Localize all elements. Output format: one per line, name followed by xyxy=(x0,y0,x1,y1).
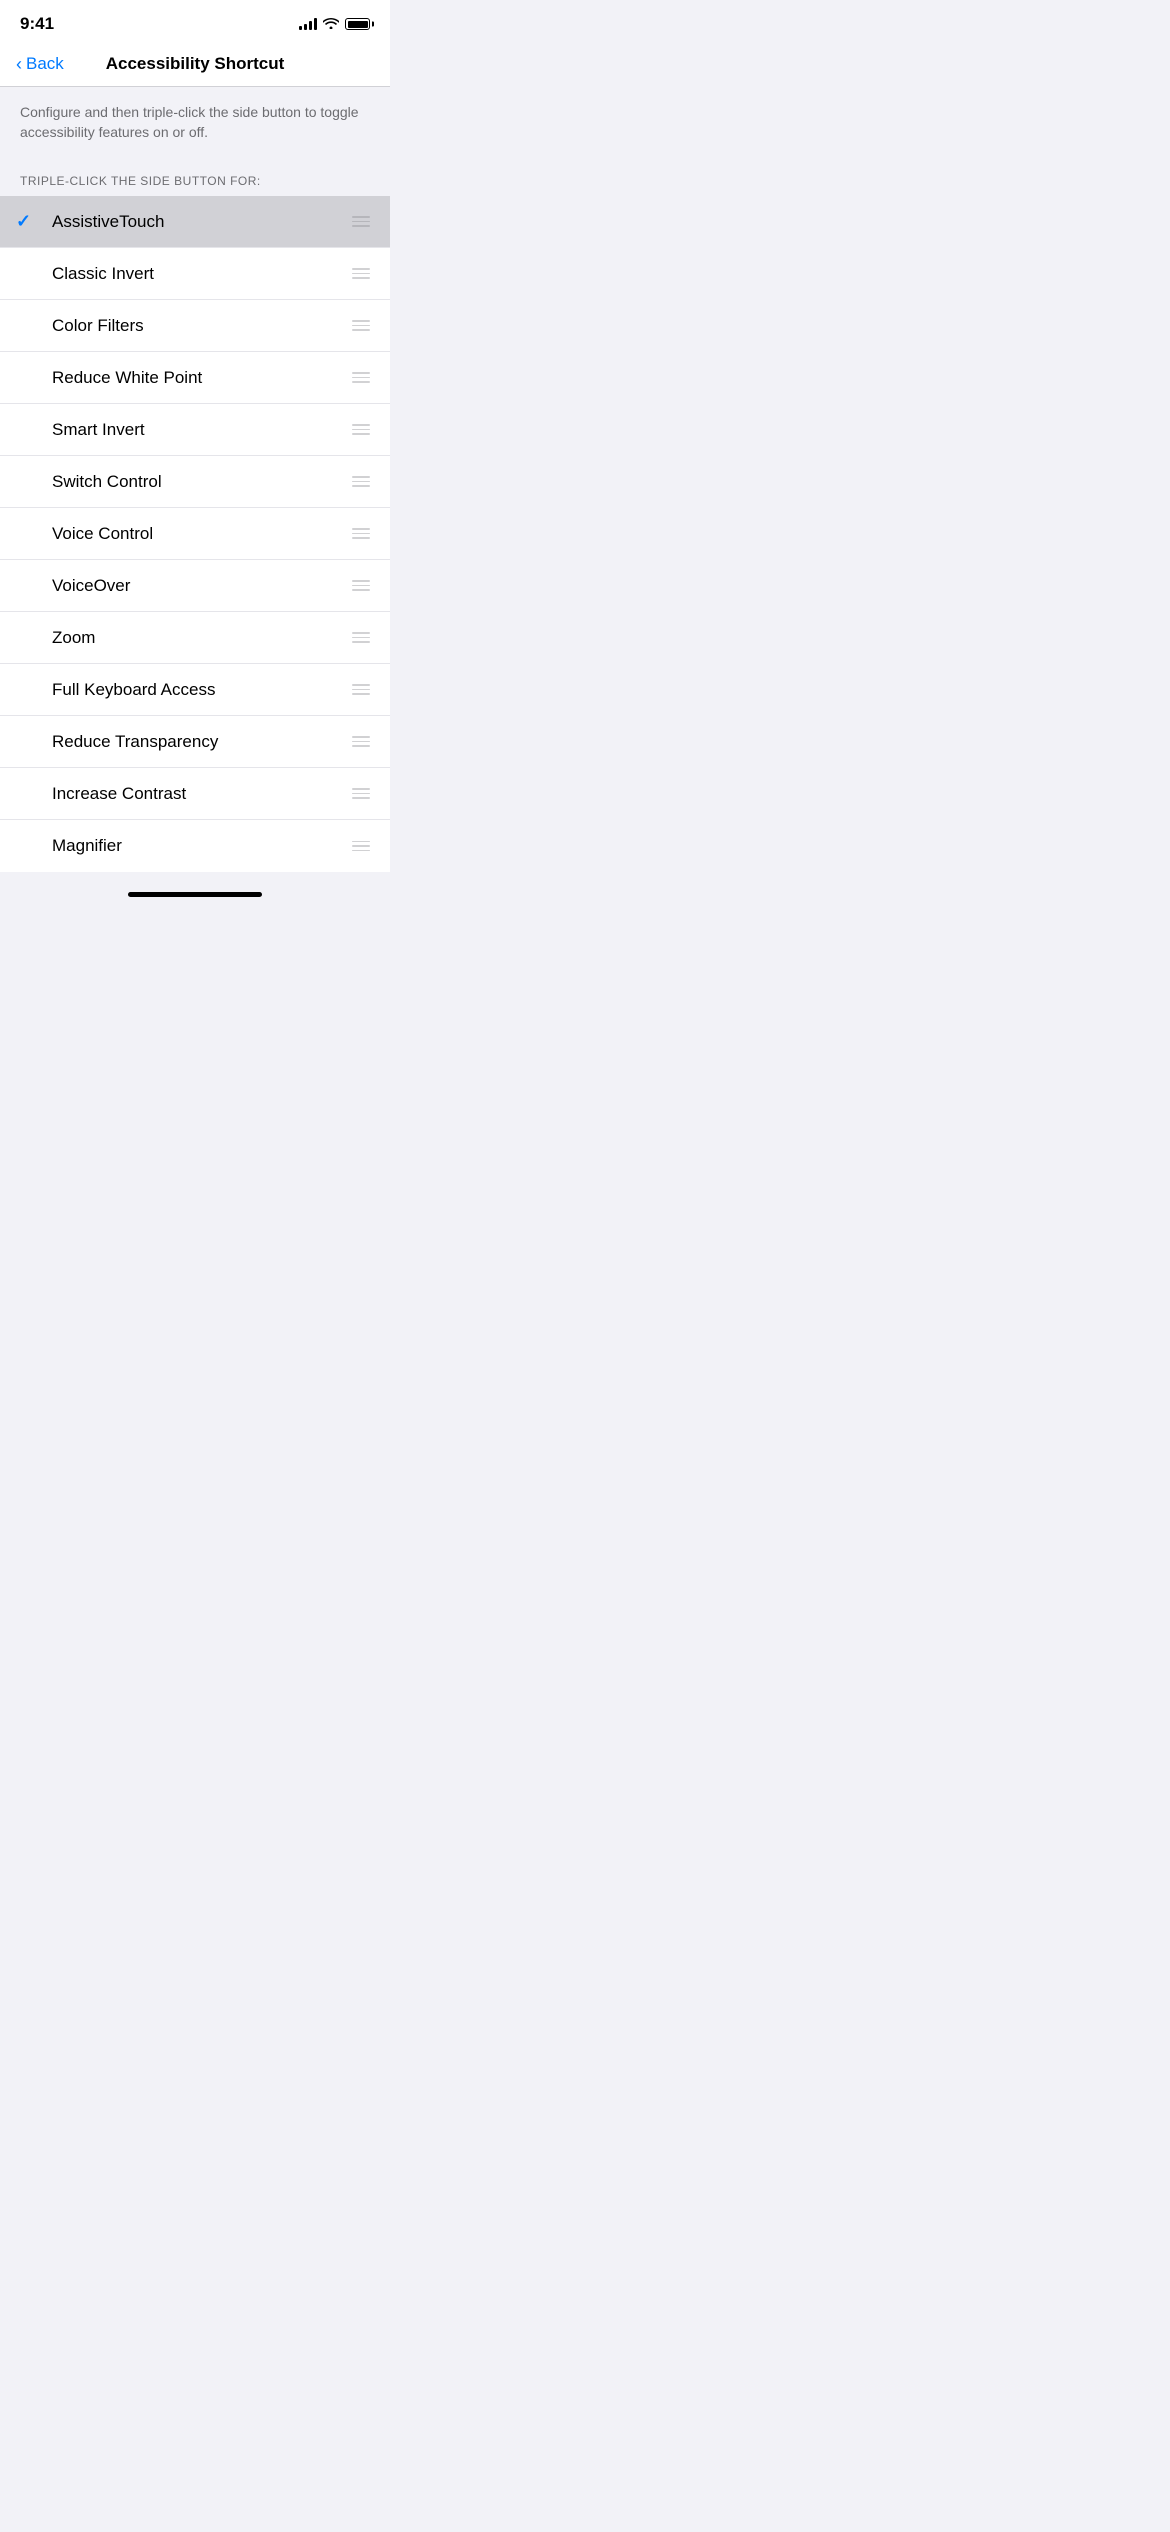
signal-icon xyxy=(299,18,317,30)
checkmark-assistivetouch: ✓ xyxy=(16,211,52,232)
drag-handle-increase-contrast[interactable] xyxy=(348,784,374,803)
drag-handle-magnifier[interactable] xyxy=(348,837,374,856)
back-button[interactable]: ‹ Back xyxy=(16,54,64,74)
item-label-reduce-white-point: Reduce White Point xyxy=(52,354,348,402)
nav-bar: ‹ Back Accessibility Shortcut xyxy=(0,42,390,87)
list-item-zoom[interactable]: Zoom xyxy=(0,612,390,664)
item-label-smart-invert: Smart Invert xyxy=(52,406,348,454)
list-item-voiceover[interactable]: VoiceOver xyxy=(0,560,390,612)
list-item-smart-invert[interactable]: Smart Invert xyxy=(0,404,390,456)
item-label-full-keyboard-access: Full Keyboard Access xyxy=(52,666,348,714)
list-item-assistivetouch[interactable]: ✓AssistiveTouch xyxy=(0,196,390,248)
item-label-zoom: Zoom xyxy=(52,614,348,662)
item-label-switch-control: Switch Control xyxy=(52,458,348,506)
section-header: TRIPLE-CLICK THE SIDE BUTTON FOR: xyxy=(0,158,390,196)
drag-handle-full-keyboard-access[interactable] xyxy=(348,680,374,699)
back-chevron-icon: ‹ xyxy=(16,55,22,73)
wifi-icon xyxy=(323,17,339,32)
item-label-increase-contrast: Increase Contrast xyxy=(52,770,348,818)
drag-handle-reduce-transparency[interactable] xyxy=(348,732,374,751)
item-label-color-filters: Color Filters xyxy=(52,302,348,350)
list-item-increase-contrast[interactable]: Increase Contrast xyxy=(0,768,390,820)
drag-handle-voiceover[interactable] xyxy=(348,576,374,595)
drag-handle-color-filters[interactable] xyxy=(348,316,374,335)
page-title: Accessibility Shortcut xyxy=(106,54,285,74)
description-section: Configure and then triple-click the side… xyxy=(0,87,390,158)
home-bar xyxy=(128,892,262,897)
item-label-magnifier: Magnifier xyxy=(52,822,348,870)
drag-handle-classic-invert[interactable] xyxy=(348,264,374,283)
list-item-switch-control[interactable]: Switch Control xyxy=(0,456,390,508)
item-label-voiceover: VoiceOver xyxy=(52,562,348,610)
back-label: Back xyxy=(26,54,64,74)
status-bar: 9:41 xyxy=(0,0,390,42)
drag-handle-switch-control[interactable] xyxy=(348,472,374,491)
item-label-voice-control: Voice Control xyxy=(52,510,348,558)
status-time: 9:41 xyxy=(20,14,54,34)
list-item-color-filters[interactable]: Color Filters xyxy=(0,300,390,352)
home-indicator xyxy=(0,872,390,907)
item-label-classic-invert: Classic Invert xyxy=(52,250,348,298)
status-icons xyxy=(299,17,370,32)
list-item-classic-invert[interactable]: Classic Invert xyxy=(0,248,390,300)
list-item-full-keyboard-access[interactable]: Full Keyboard Access xyxy=(0,664,390,716)
description-text: Configure and then triple-click the side… xyxy=(20,103,370,142)
item-label-reduce-transparency: Reduce Transparency xyxy=(52,718,348,766)
drag-handle-smart-invert[interactable] xyxy=(348,420,374,439)
drag-handle-zoom[interactable] xyxy=(348,628,374,647)
list-item-reduce-white-point[interactable]: Reduce White Point xyxy=(0,352,390,404)
shortcut-list: ✓AssistiveTouchClassic InvertColor Filte… xyxy=(0,196,390,872)
drag-handle-voice-control[interactable] xyxy=(348,524,374,543)
list-item-voice-control[interactable]: Voice Control xyxy=(0,508,390,560)
list-item-magnifier[interactable]: Magnifier xyxy=(0,820,390,872)
drag-handle-assistivetouch[interactable] xyxy=(348,212,374,231)
drag-handle-reduce-white-point[interactable] xyxy=(348,368,374,387)
list-item-reduce-transparency[interactable]: Reduce Transparency xyxy=(0,716,390,768)
battery-icon xyxy=(345,18,370,30)
item-label-assistivetouch: AssistiveTouch xyxy=(52,198,348,246)
